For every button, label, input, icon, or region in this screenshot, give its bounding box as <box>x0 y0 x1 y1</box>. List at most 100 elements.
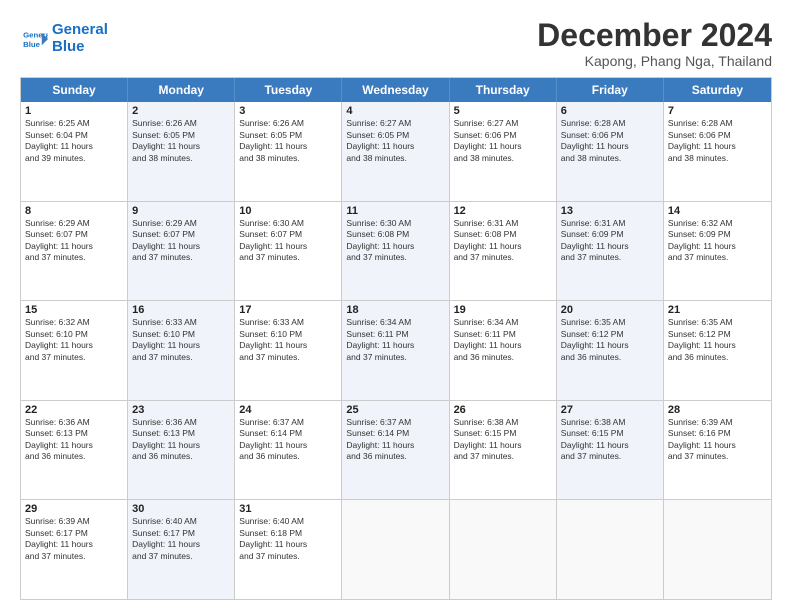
cal-cell <box>342 500 449 599</box>
logo: General Blue General Blue <box>20 22 108 55</box>
cell-info: Sunrise: 6:37 AMSunset: 6:14 PMDaylight:… <box>239 417 337 463</box>
logo-line1: General <box>52 21 108 38</box>
cell-info: Sunrise: 6:29 AMSunset: 6:07 PMDaylight:… <box>132 218 230 264</box>
cell-info: Sunrise: 6:38 AMSunset: 6:15 PMDaylight:… <box>561 417 659 463</box>
header-day-friday: Friday <box>557 78 664 102</box>
cell-info: Sunrise: 6:34 AMSunset: 6:11 PMDaylight:… <box>454 317 552 363</box>
logo-text: General Blue <box>52 22 108 55</box>
cal-cell: 14Sunrise: 6:32 AMSunset: 6:09 PMDayligh… <box>664 202 771 301</box>
cal-cell: 26Sunrise: 6:38 AMSunset: 6:15 PMDayligh… <box>450 401 557 500</box>
day-number: 3 <box>239 105 337 117</box>
day-number: 2 <box>132 105 230 117</box>
logo-line2: Blue <box>52 38 85 55</box>
day-number: 6 <box>561 105 659 117</box>
svg-text:Blue: Blue <box>23 39 41 48</box>
title-block: December 2024 Kapong, Phang Nga, Thailan… <box>537 18 772 69</box>
header-day-wednesday: Wednesday <box>342 78 449 102</box>
day-number: 31 <box>239 503 337 515</box>
day-number: 22 <box>25 404 123 416</box>
cal-cell: 24Sunrise: 6:37 AMSunset: 6:14 PMDayligh… <box>235 401 342 500</box>
cal-cell: 21Sunrise: 6:35 AMSunset: 6:12 PMDayligh… <box>664 301 771 400</box>
cal-row: 8Sunrise: 6:29 AMSunset: 6:07 PMDaylight… <box>21 201 771 301</box>
cell-info: Sunrise: 6:40 AMSunset: 6:17 PMDaylight:… <box>132 516 230 562</box>
cal-cell: 25Sunrise: 6:37 AMSunset: 6:14 PMDayligh… <box>342 401 449 500</box>
cell-info: Sunrise: 6:38 AMSunset: 6:15 PMDaylight:… <box>454 417 552 463</box>
day-number: 30 <box>132 503 230 515</box>
cell-info: Sunrise: 6:39 AMSunset: 6:17 PMDaylight:… <box>25 516 123 562</box>
cell-info: Sunrise: 6:36 AMSunset: 6:13 PMDaylight:… <box>25 417 123 463</box>
day-number: 19 <box>454 304 552 316</box>
cal-row: 22Sunrise: 6:36 AMSunset: 6:13 PMDayligh… <box>21 400 771 500</box>
cell-info: Sunrise: 6:35 AMSunset: 6:12 PMDaylight:… <box>668 317 767 363</box>
day-number: 25 <box>346 404 444 416</box>
cal-cell: 16Sunrise: 6:33 AMSunset: 6:10 PMDayligh… <box>128 301 235 400</box>
cal-cell: 11Sunrise: 6:30 AMSunset: 6:08 PMDayligh… <box>342 202 449 301</box>
cell-info: Sunrise: 6:39 AMSunset: 6:16 PMDaylight:… <box>668 417 767 463</box>
day-number: 12 <box>454 205 552 217</box>
cal-cell: 10Sunrise: 6:30 AMSunset: 6:07 PMDayligh… <box>235 202 342 301</box>
day-number: 23 <box>132 404 230 416</box>
cal-cell: 28Sunrise: 6:39 AMSunset: 6:16 PMDayligh… <box>664 401 771 500</box>
cal-cell: 19Sunrise: 6:34 AMSunset: 6:11 PMDayligh… <box>450 301 557 400</box>
header-day-sunday: Sunday <box>21 78 128 102</box>
day-number: 27 <box>561 404 659 416</box>
cal-cell: 31Sunrise: 6:40 AMSunset: 6:18 PMDayligh… <box>235 500 342 599</box>
cal-cell: 7Sunrise: 6:28 AMSunset: 6:06 PMDaylight… <box>664 102 771 201</box>
cal-cell: 29Sunrise: 6:39 AMSunset: 6:17 PMDayligh… <box>21 500 128 599</box>
cal-cell: 12Sunrise: 6:31 AMSunset: 6:08 PMDayligh… <box>450 202 557 301</box>
logo-icon: General Blue <box>20 25 48 53</box>
cell-info: Sunrise: 6:31 AMSunset: 6:08 PMDaylight:… <box>454 218 552 264</box>
header: General Blue General Blue December 2024 … <box>20 18 772 69</box>
day-number: 16 <box>132 304 230 316</box>
cell-info: Sunrise: 6:37 AMSunset: 6:14 PMDaylight:… <box>346 417 444 463</box>
cal-row: 29Sunrise: 6:39 AMSunset: 6:17 PMDayligh… <box>21 499 771 599</box>
cal-cell: 13Sunrise: 6:31 AMSunset: 6:09 PMDayligh… <box>557 202 664 301</box>
cal-cell: 5Sunrise: 6:27 AMSunset: 6:06 PMDaylight… <box>450 102 557 201</box>
cell-info: Sunrise: 6:28 AMSunset: 6:06 PMDaylight:… <box>668 118 767 164</box>
day-number: 24 <box>239 404 337 416</box>
cal-cell: 23Sunrise: 6:36 AMSunset: 6:13 PMDayligh… <box>128 401 235 500</box>
header-day-thursday: Thursday <box>450 78 557 102</box>
cal-cell <box>557 500 664 599</box>
cal-cell: 6Sunrise: 6:28 AMSunset: 6:06 PMDaylight… <box>557 102 664 201</box>
cell-info: Sunrise: 6:27 AMSunset: 6:06 PMDaylight:… <box>454 118 552 164</box>
cell-info: Sunrise: 6:35 AMSunset: 6:12 PMDaylight:… <box>561 317 659 363</box>
cell-info: Sunrise: 6:32 AMSunset: 6:09 PMDaylight:… <box>668 218 767 264</box>
cell-info: Sunrise: 6:26 AMSunset: 6:05 PMDaylight:… <box>239 118 337 164</box>
cell-info: Sunrise: 6:28 AMSunset: 6:06 PMDaylight:… <box>561 118 659 164</box>
day-number: 18 <box>346 304 444 316</box>
cal-cell: 18Sunrise: 6:34 AMSunset: 6:11 PMDayligh… <box>342 301 449 400</box>
cal-cell: 22Sunrise: 6:36 AMSunset: 6:13 PMDayligh… <box>21 401 128 500</box>
cell-info: Sunrise: 6:31 AMSunset: 6:09 PMDaylight:… <box>561 218 659 264</box>
day-number: 20 <box>561 304 659 316</box>
day-number: 15 <box>25 304 123 316</box>
day-number: 11 <box>346 205 444 217</box>
day-number: 26 <box>454 404 552 416</box>
cal-cell: 30Sunrise: 6:40 AMSunset: 6:17 PMDayligh… <box>128 500 235 599</box>
cal-cell: 9Sunrise: 6:29 AMSunset: 6:07 PMDaylight… <box>128 202 235 301</box>
day-number: 17 <box>239 304 337 316</box>
cal-cell: 8Sunrise: 6:29 AMSunset: 6:07 PMDaylight… <box>21 202 128 301</box>
cell-info: Sunrise: 6:30 AMSunset: 6:08 PMDaylight:… <box>346 218 444 264</box>
calendar-header: SundayMondayTuesdayWednesdayThursdayFrid… <box>21 78 771 102</box>
cell-info: Sunrise: 6:30 AMSunset: 6:07 PMDaylight:… <box>239 218 337 264</box>
header-day-monday: Monday <box>128 78 235 102</box>
day-number: 7 <box>668 105 767 117</box>
cal-cell: 3Sunrise: 6:26 AMSunset: 6:05 PMDaylight… <box>235 102 342 201</box>
cell-info: Sunrise: 6:33 AMSunset: 6:10 PMDaylight:… <box>239 317 337 363</box>
cell-info: Sunrise: 6:40 AMSunset: 6:18 PMDaylight:… <box>239 516 337 562</box>
cal-cell: 20Sunrise: 6:35 AMSunset: 6:12 PMDayligh… <box>557 301 664 400</box>
cal-cell: 17Sunrise: 6:33 AMSunset: 6:10 PMDayligh… <box>235 301 342 400</box>
day-number: 10 <box>239 205 337 217</box>
day-number: 14 <box>668 205 767 217</box>
cal-cell: 4Sunrise: 6:27 AMSunset: 6:05 PMDaylight… <box>342 102 449 201</box>
cell-info: Sunrise: 6:34 AMSunset: 6:11 PMDaylight:… <box>346 317 444 363</box>
day-number: 1 <box>25 105 123 117</box>
cal-cell: 2Sunrise: 6:26 AMSunset: 6:05 PMDaylight… <box>128 102 235 201</box>
cell-info: Sunrise: 6:36 AMSunset: 6:13 PMDaylight:… <box>132 417 230 463</box>
day-number: 13 <box>561 205 659 217</box>
cell-info: Sunrise: 6:29 AMSunset: 6:07 PMDaylight:… <box>25 218 123 264</box>
day-number: 29 <box>25 503 123 515</box>
cal-row: 15Sunrise: 6:32 AMSunset: 6:10 PMDayligh… <box>21 300 771 400</box>
cell-info: Sunrise: 6:33 AMSunset: 6:10 PMDaylight:… <box>132 317 230 363</box>
